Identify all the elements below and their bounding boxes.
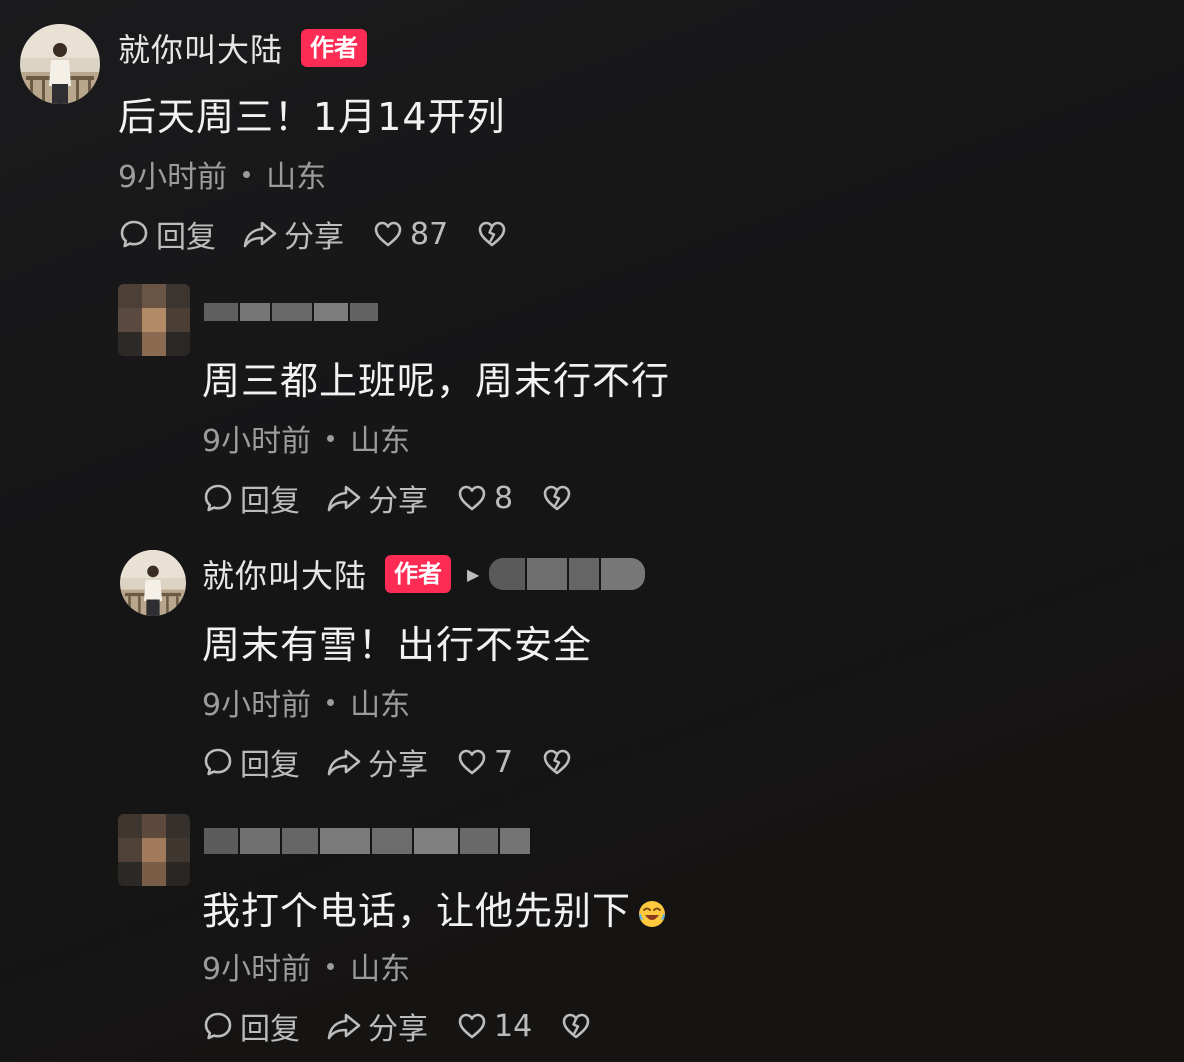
- comment-meta: 9小时前 山东: [202, 680, 410, 724]
- speech-bubble-icon: [202, 1010, 234, 1042]
- reply-to-arrow-icon: ▶: [467, 564, 480, 584]
- author-badge: 作者: [301, 29, 368, 67]
- like-button[interactable]: 7: [456, 745, 513, 780]
- comment-time: 9小时前: [202, 688, 312, 723]
- dislike-button[interactable]: [541, 482, 573, 514]
- comment-time: 9小时前: [202, 952, 312, 987]
- like-count: 8: [494, 480, 514, 516]
- share-arrow-icon: [326, 1010, 362, 1042]
- share-label: 分享: [368, 1012, 428, 1047]
- share-button[interactable]: 分享: [326, 1004, 428, 1048]
- dislike-button[interactable]: [541, 746, 573, 778]
- redacted-reply-target: [489, 557, 647, 591]
- avatar[interactable]: [120, 550, 186, 616]
- heart-icon: [372, 218, 404, 250]
- comment-location: 山东: [350, 688, 411, 723]
- comment-meta: 9小时前 山东: [202, 944, 410, 988]
- comment-location: 山东: [266, 160, 327, 195]
- heart-icon: [456, 482, 488, 514]
- redacted-username: [204, 826, 532, 856]
- comment-time: 9小时前: [202, 424, 312, 459]
- laughing-crying-emoji: [639, 900, 666, 927]
- reply-label: 回复: [240, 748, 300, 783]
- share-button[interactable]: 分享: [242, 212, 344, 256]
- comment-location: 山东: [350, 952, 411, 987]
- comment-meta: 9小时前 山东: [202, 416, 410, 460]
- speech-bubble-icon: [202, 746, 234, 778]
- avatar[interactable]: [118, 284, 190, 356]
- avatar[interactable]: [20, 24, 100, 104]
- reply-label: 回复: [156, 220, 216, 255]
- reply-button[interactable]: 回复: [202, 740, 300, 784]
- comment-text: 我打个电话，让他先别下: [202, 880, 667, 935]
- username[interactable]: 就你叫大陆: [202, 551, 367, 597]
- comment-meta: 9小时前 山东: [118, 152, 326, 196]
- reply-label: 回复: [240, 484, 300, 519]
- separator-dot: [243, 170, 251, 178]
- comment-text: 后天周三！1月14开列: [118, 95, 506, 139]
- share-arrow-icon: [326, 746, 362, 778]
- reply-button[interactable]: 回复: [202, 476, 300, 520]
- comment-text-content: 我打个电话，让他先别下: [202, 889, 632, 933]
- comment-header: 就你叫大陆 作者 ▶: [202, 552, 647, 596]
- separator-dot: [327, 434, 335, 442]
- broken-heart-icon: [541, 482, 573, 514]
- comment-actions: 回复 分享 14: [202, 1004, 592, 1048]
- share-button[interactable]: 分享: [326, 740, 428, 784]
- like-button[interactable]: 8: [456, 481, 513, 516]
- like-count: 14: [494, 1008, 533, 1044]
- username[interactable]: 就你叫大陆: [118, 25, 283, 71]
- comment-time: 9小时前: [118, 160, 228, 195]
- share-label: 分享: [368, 748, 428, 783]
- share-arrow-icon: [242, 218, 278, 250]
- share-label: 分享: [368, 484, 428, 519]
- separator-dot: [327, 698, 335, 706]
- speech-bubble-icon: [118, 218, 150, 250]
- like-button[interactable]: 87: [372, 217, 448, 252]
- comment-actions: 回复 分享 7: [202, 740, 573, 784]
- heart-icon: [456, 1010, 488, 1042]
- share-arrow-icon: [326, 482, 362, 514]
- like-count: 87: [410, 216, 449, 252]
- author-badge: 作者: [385, 555, 452, 593]
- broken-heart-icon: [476, 218, 508, 250]
- reply-button[interactable]: 回复: [202, 1004, 300, 1048]
- broken-heart-icon: [541, 746, 573, 778]
- comment-actions: 回复 分享 8: [202, 476, 573, 520]
- share-button[interactable]: 分享: [326, 476, 428, 520]
- comment-text: 周末有雪！出行不安全: [202, 623, 593, 667]
- heart-icon: [456, 746, 488, 778]
- dislike-button[interactable]: [560, 1010, 592, 1042]
- avatar[interactable]: [118, 814, 190, 886]
- comment-location: 山东: [350, 424, 411, 459]
- speech-bubble-icon: [202, 482, 234, 514]
- like-button[interactable]: 14: [456, 1009, 532, 1044]
- share-label: 分享: [284, 220, 344, 255]
- like-count: 7: [494, 744, 514, 780]
- broken-heart-icon: [560, 1010, 592, 1042]
- reply-label: 回复: [240, 1012, 300, 1047]
- dislike-button[interactable]: [476, 218, 508, 250]
- reply-button[interactable]: 回复: [118, 212, 216, 256]
- redacted-username: [204, 302, 380, 322]
- comment-actions: 回复 分享 87: [118, 212, 508, 256]
- comment-text: 周三都上班呢，周末行不行: [202, 359, 671, 403]
- separator-dot: [327, 962, 335, 970]
- comment-header: 就你叫大陆 作者: [118, 25, 368, 71]
